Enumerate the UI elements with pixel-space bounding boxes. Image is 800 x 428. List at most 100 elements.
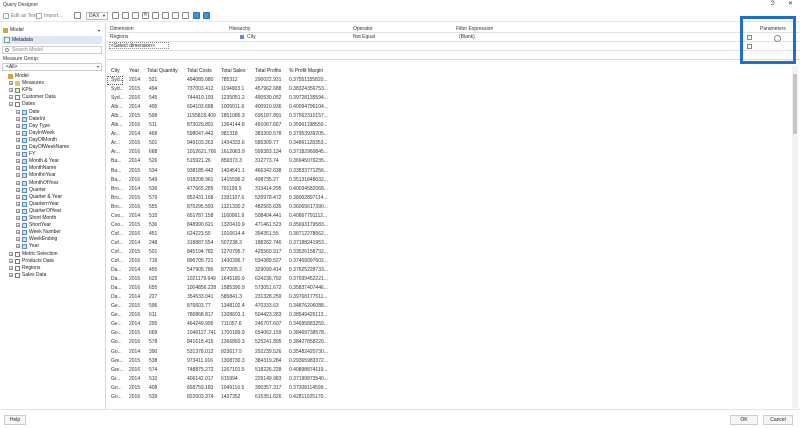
table-cell[interactable]: 744410.193	[187, 95, 219, 102]
table-cell[interactable]: 1700189.9	[221, 330, 253, 337]
table-cell[interactable]: 494	[149, 86, 179, 93]
table-cell[interactable]: 507238.3	[221, 240, 253, 247]
table-cell[interactable]: 579	[149, 195, 179, 202]
table-cell[interactable]: 598047.442	[187, 131, 219, 138]
table-row[interactable]: Bro... 2014 536 477665.285 791199.5 313414.29…	[107, 185, 357, 194]
table-cell[interactable]: 655	[149, 285, 179, 292]
table-cell[interactable]: 0.37459097602...	[289, 258, 329, 265]
table-cell[interactable]: Ge...	[111, 321, 127, 328]
execute-icon[interactable]	[182, 12, 189, 19]
table-cell[interactable]: 2015	[129, 140, 143, 147]
table-row[interactable]: Coo... 2014 515 651787.158 1160061.9 508404.4…	[107, 212, 357, 221]
table-cell[interactable]: Ba...	[111, 158, 127, 165]
table-cell[interactable]: 938185.442	[187, 168, 219, 175]
table-cell[interactable]: 538	[149, 358, 179, 365]
command-type-icon[interactable]	[74, 12, 81, 19]
table-cell[interactable]: 2015	[129, 358, 143, 365]
table-cell[interactable]: 0.39728135594...	[289, 95, 329, 102]
table-row[interactable]: Alb... 2014 405 604103.688 1005011.6 400910.9…	[107, 103, 357, 112]
column-header-total-sales[interactable]: Total Sales	[221, 68, 245, 74]
table-cell[interactable]: 292239.526	[255, 349, 287, 356]
expand-icon[interactable]: +	[16, 201, 20, 206]
table-cell[interactable]: 390	[149, 349, 179, 356]
table-cell[interactable]: 2016	[129, 177, 143, 184]
table-row[interactable]: Ar... 2015 501 949103.263 1434333.6 585309.77…	[107, 139, 357, 148]
table-cell[interactable]: 471461.523	[255, 222, 287, 229]
expand-icon[interactable]: +	[16, 244, 20, 249]
table-cell[interactable]: Cof...	[111, 258, 127, 265]
results-grid[interactable]: City Year Total Quantity Total Costs Tot…	[107, 66, 797, 408]
table-row[interactable]: Alb... 2016 511 873029.891 1364144.8 491067.6…	[107, 121, 357, 130]
table-cell[interactable]: 2015	[129, 249, 143, 256]
table-cell[interactable]: Go...	[111, 349, 127, 356]
table-cell[interactable]: 2014	[129, 186, 143, 193]
table-row[interactable]: Gre... 2016 574 748875.272 1267101.5 518226.2…	[107, 366, 357, 375]
show-empty-cells-icon[interactable]	[152, 12, 159, 19]
table-cell[interactable]: 536	[149, 186, 179, 193]
table-cell[interactable]: 2015	[129, 385, 143, 392]
table-cell[interactable]: 405	[149, 104, 179, 111]
table-cell[interactable]: Ba...	[111, 168, 127, 175]
table-row[interactable]: Ar... 2014 468 598047.442 981318 383300.578 0.…	[107, 130, 357, 139]
table-row[interactable]: Ba... 2016 549 918208.961 1415596.2 498735.27…	[107, 176, 357, 185]
expand-icon[interactable]: +	[9, 258, 13, 263]
table-cell[interactable]: 504423.283	[255, 312, 287, 319]
table-cell[interactable]: 841618.415	[187, 339, 219, 346]
filter-expression-cell[interactable]: (Blank)	[459, 34, 475, 40]
table-row[interactable]: Coo... 2015 536 848990.621 1320410.9 471461.5…	[107, 221, 357, 230]
table-cell[interactable]: 501	[149, 249, 179, 256]
table-row[interactable]: Da... 2015 625 1021179.649 1645180.9 624236.7…	[107, 275, 357, 284]
table-cell[interactable]: 2014	[129, 240, 143, 247]
table-cell[interactable]: 2016	[129, 95, 143, 102]
table-cell[interactable]: Coo...	[111, 213, 127, 220]
table-cell[interactable]: 531378.012	[187, 349, 219, 356]
expand-icon[interactable]: +	[16, 230, 20, 235]
table-row[interactable]: Ba... 2014 526 515921.26 859373.3 312773.74 0.…	[107, 157, 357, 166]
table-cell[interactable]: 2016	[129, 149, 143, 156]
table-row[interactable]: Go... 2014 390 531378.012 823617.5 292239.526…	[107, 348, 357, 357]
table-row[interactable]: Da... 2014 455 547905.786 877005.2 329099.414…	[107, 266, 357, 275]
table-cell[interactable]: 0.40898874119...	[289, 367, 329, 374]
vertical-scrollbar[interactable]	[792, 66, 798, 408]
table-cell[interactable]: 536	[149, 222, 179, 229]
table-cell[interactable]: Cof...	[111, 249, 127, 256]
table-cell[interactable]: 585309.77	[255, 140, 287, 147]
table-cell[interactable]: 549	[149, 177, 179, 184]
table-row[interactable]: Ge... 2015 596 876603.77 1348102.4 470333.63 0…	[107, 302, 357, 311]
expand-icon[interactable]: +	[9, 95, 13, 100]
table-cell[interactable]: 508404.441	[255, 213, 287, 220]
expand-icon[interactable]: +	[16, 166, 20, 171]
table-cell[interactable]: 1585390.9	[221, 285, 253, 292]
table-cell[interactable]: 451	[149, 231, 179, 238]
table-cell[interactable]: 329099.414	[255, 267, 287, 274]
table-cell[interactable]: 2014	[129, 267, 143, 274]
table-cell[interactable]: 668	[149, 149, 179, 156]
table-cell[interactable]: 737003.412	[187, 86, 219, 93]
table-cell[interactable]: 1049116.5	[221, 385, 253, 392]
table-row[interactable]: Alb... 2015 598 1155818.409 1851086.3 695187.…	[107, 112, 357, 121]
auto-execute-icon[interactable]	[132, 12, 139, 19]
table-cell[interactable]: 615994	[221, 376, 253, 383]
table-cell[interactable]: Alb...	[111, 104, 127, 111]
table-cell[interactable]: 295	[149, 321, 179, 328]
table-cell[interactable]: 578	[149, 339, 179, 346]
table-cell[interactable]: 0.37525228733...	[289, 267, 329, 274]
table-cell[interactable]: Alb...	[111, 113, 127, 120]
table-cell[interactable]: 1155818.409	[187, 113, 219, 120]
table-cell[interactable]: 0.40034582068...	[289, 186, 329, 193]
table-cell[interactable]: 0.34876206088...	[289, 303, 329, 310]
table-cell[interactable]: 1366860.3	[221, 339, 253, 346]
table-cell[interactable]: 455	[149, 267, 179, 274]
table-cell[interactable]: 852431.168	[187, 195, 219, 202]
table-cell[interactable]: 2016	[129, 394, 143, 401]
table-row[interactable]: Ar... 2016 668 1012621.766 1612063.9 599383.1…	[107, 148, 357, 157]
table-cell[interactable]: 539	[149, 394, 179, 401]
table-cell[interactable]: 0.35482420730...	[289, 349, 329, 356]
table-cell[interactable]: Coo...	[111, 222, 127, 229]
table-cell[interactable]: 248	[149, 240, 179, 247]
table-cell[interactable]: 1437352	[221, 394, 253, 401]
table-cell[interactable]: 596	[149, 303, 179, 310]
expand-icon[interactable]: +	[16, 173, 20, 178]
table-cell[interactable]: 822003.374	[187, 394, 219, 401]
table-cell[interactable]: 1320410.9	[221, 222, 253, 229]
